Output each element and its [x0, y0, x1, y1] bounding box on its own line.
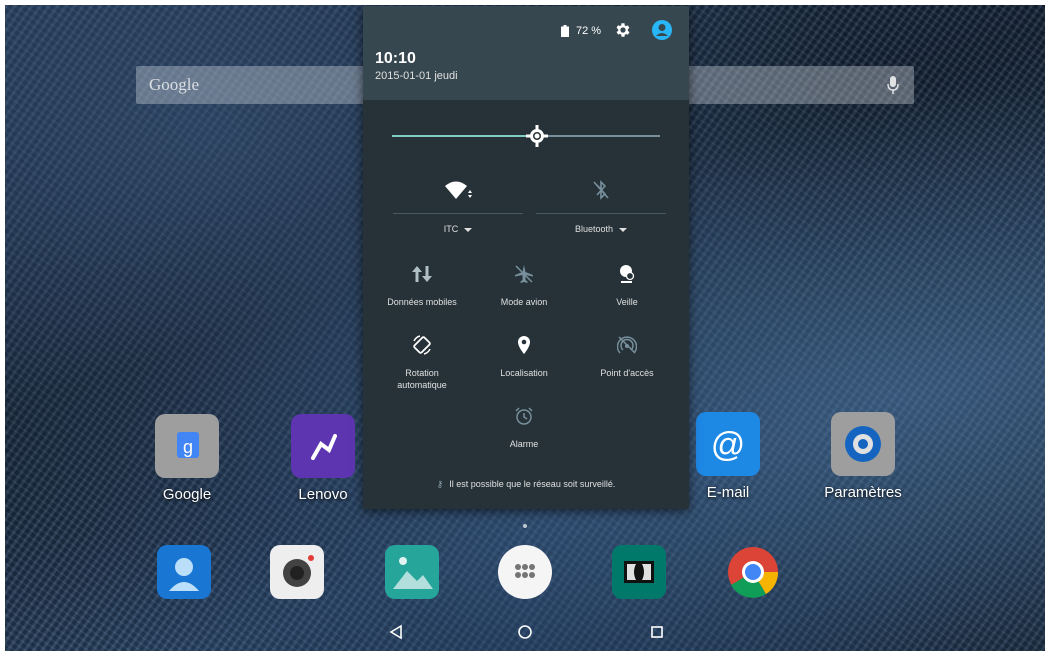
back-icon[interactable] [385, 621, 407, 643]
tile-label: Point d'accès [600, 368, 654, 378]
app-label: Google [162, 486, 212, 503]
quick-settings-panel: 72 % 10:10 2015-01-01 jeudi ITC Bluetoot… [363, 6, 689, 509]
tile-location[interactable]: Localisation [474, 333, 574, 379]
app-label: Lenovo [298, 486, 348, 503]
recents-icon[interactable] [646, 621, 668, 643]
location-icon [511, 333, 537, 357]
tile-auto-rotate[interactable]: Rotation automatique [372, 333, 472, 391]
tile-label: Alarme [509, 439, 539, 449]
key-icon: ⚷ [436, 479, 444, 489]
tile-airplane-mode[interactable]: Mode avion [474, 262, 574, 308]
brightness-fill [392, 135, 537, 137]
quick-settings-header: 72 % 10:10 2015-01-01 jeudi [363, 6, 689, 100]
airplane-icon [511, 262, 537, 286]
home-icon[interactable] [514, 621, 536, 643]
contacts-icon[interactable] [157, 545, 211, 599]
tile-mobile-data[interactable]: Données mobiles [372, 262, 472, 308]
svg-text:g: g [183, 437, 193, 457]
bluetooth-tile[interactable]: Bluetooth [536, 177, 666, 234]
tile-label: Localisation [500, 368, 548, 378]
brightness-slider[interactable] [392, 125, 660, 147]
app-email[interactable]: @ E-mail [683, 412, 773, 501]
alarm-icon [511, 404, 537, 428]
battery-icon [561, 25, 569, 37]
app-settings[interactable]: Paramètres [818, 412, 908, 501]
settings-app-icon [831, 412, 895, 476]
dolby-icon[interactable] [612, 545, 666, 599]
email-icon: @ [696, 412, 760, 476]
wifi-dropdown-icon[interactable] [464, 227, 473, 232]
tile-label: Mode avion [500, 297, 548, 307]
clock-date: 2015-01-01 jeudi [375, 70, 458, 82]
gear-icon[interactable] [614, 21, 632, 39]
google-folder-icon: g [155, 414, 219, 478]
app-label: E-mail [706, 484, 750, 501]
google-logo: Google [149, 75, 200, 94]
hotspot-icon [614, 333, 640, 357]
svg-text:@: @ [711, 426, 746, 464]
tile-label: Rotation automatique [397, 368, 447, 390]
app-label: Paramètres [824, 484, 902, 501]
bluetooth-label: Bluetooth [574, 224, 614, 234]
mobile-data-icon [409, 262, 435, 286]
app-lenovo[interactable]: Lenovo [278, 414, 368, 503]
tile-stay-awake[interactable]: Veille [577, 262, 677, 308]
wifi-tile[interactable]: ITC [393, 177, 523, 234]
stay-awake-icon [614, 262, 640, 286]
wifi-network-label: ITC [443, 224, 459, 234]
battery-percent: 72 % [576, 25, 602, 37]
chrome-icon[interactable] [726, 545, 780, 599]
bluetooth-off-icon [586, 177, 616, 203]
tile-label: Veille [616, 297, 638, 307]
camera-icon[interactable] [270, 545, 324, 599]
navigation-bar [5, 613, 1045, 651]
lenovo-folder-icon [291, 414, 355, 478]
tile-hotspot[interactable]: Point d'accès [577, 333, 677, 379]
tile-alarm[interactable]: Alarme [474, 404, 574, 450]
page-indicator [523, 524, 527, 528]
gallery-icon[interactable] [385, 545, 439, 599]
microphone-icon[interactable] [886, 75, 900, 95]
notice-text: Il est possible que le réseau soit surve… [449, 479, 616, 489]
network-monitoring-notice[interactable]: ⚷ Il est possible que le réseau soit surv… [363, 479, 689, 490]
brightness-icon[interactable] [525, 125, 548, 147]
app-google[interactable]: g Google [142, 414, 232, 503]
tile-label: Données mobiles [387, 297, 457, 307]
app-drawer-icon[interactable] [498, 545, 552, 599]
auto-rotate-icon [409, 333, 435, 357]
wifi-icon [443, 177, 473, 203]
user-avatar-icon[interactable] [652, 20, 672, 40]
clock-time: 10:10 [375, 50, 416, 67]
bluetooth-dropdown-icon[interactable] [619, 227, 628, 232]
